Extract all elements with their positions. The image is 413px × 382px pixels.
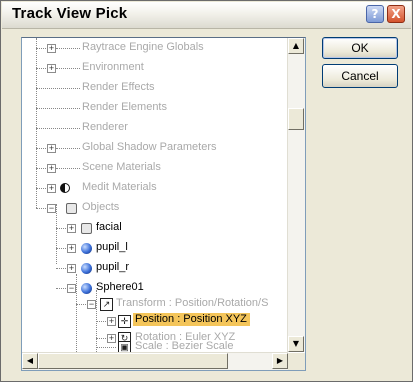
tree-branch-line (96, 347, 116, 348)
tree-item-label: Global Shadow Parameters (82, 141, 217, 153)
scroll-right-arrow-icon[interactable]: ▶ (272, 353, 288, 369)
tree-item-label: Raytrace Engine Globals (82, 41, 204, 53)
tree-branch-line (56, 68, 80, 69)
tree-item-scene-materials[interactable]: + Scene Materials (22, 158, 288, 178)
tree-item-label: Environment (82, 61, 144, 73)
tree-item-label: facial (96, 221, 122, 233)
tree-item-label: Medit Materials (82, 181, 157, 193)
cancel-button[interactable]: Cancel (322, 64, 398, 88)
vertical-scrollbar[interactable]: ▲ ▼ (287, 38, 305, 352)
title-bar: Track View Pick ? X (2, 2, 411, 29)
tree-item-pupil-l[interactable]: + pupil_l (22, 238, 288, 258)
tree-item-render-elements[interactable]: Render Elements (22, 98, 288, 118)
tree-item-environment[interactable]: + Environment (22, 58, 288, 78)
tree-item-label: Scene Materials (82, 161, 161, 173)
collapse-minus-icon[interactable]: − (87, 300, 96, 309)
tree-item-label: Transform : Position/Rotation/S (116, 297, 269, 309)
tree-item-label: Objects (82, 201, 120, 213)
close-button[interactable]: X (387, 5, 405, 23)
vertical-scroll-thumb[interactable] (288, 108, 304, 130)
material-icon (60, 183, 70, 193)
transform-icon: ↗ (100, 298, 113, 311)
tree-item-facial[interactable]: + facial (22, 218, 288, 238)
expand-plus-icon[interactable]: + (47, 144, 56, 153)
tree-item-global-shadow-parameters[interactable]: + Global Shadow Parameters (22, 138, 288, 158)
horizontal-scrollbar[interactable]: ◀ ▶ (22, 352, 288, 370)
horizontal-scroll-thumb[interactable] (38, 353, 228, 369)
tree-item-label: Scale : Bezier Scale (135, 341, 234, 352)
expand-plus-icon[interactable]: + (47, 184, 56, 193)
collapse-minus-icon[interactable]: − (47, 204, 56, 213)
scroll-down-arrow-icon[interactable]: ▼ (288, 336, 304, 352)
tree-branch-line (56, 48, 80, 49)
tree-branch-line (56, 168, 80, 169)
expand-plus-icon[interactable]: + (67, 224, 76, 233)
tree-branch-line (36, 88, 80, 89)
tree-item-label-selected: Position : Position XYZ (133, 313, 250, 326)
track-tree-view[interactable]: + Raytrace Engine Globals + Environment … (21, 37, 306, 371)
scrollbar-corner (288, 353, 305, 370)
collapse-minus-icon[interactable]: − (67, 284, 76, 293)
tree-branch-line (36, 108, 80, 109)
expand-plus-icon[interactable]: + (67, 244, 76, 253)
scroll-up-arrow-icon[interactable]: ▲ (288, 38, 304, 54)
tree-item-medit-materials[interactable]: + Medit Materials (22, 178, 288, 198)
window-title: Track View Pick (12, 5, 128, 22)
sphere-icon (81, 263, 92, 274)
tree-branch-line (36, 128, 80, 129)
tree-item-renderer[interactable]: Renderer (22, 118, 288, 138)
objects-icon (66, 203, 77, 214)
expand-plus-icon[interactable]: + (107, 317, 116, 326)
tree-item-label: Render Elements (82, 101, 167, 113)
tree-item-raytrace-engine-globals[interactable]: + Raytrace Engine Globals (22, 38, 288, 58)
tree-item-pupil-r[interactable]: + pupil_r (22, 258, 288, 278)
tree-item-label: Renderer (82, 121, 128, 133)
expand-plus-icon[interactable]: + (67, 264, 76, 273)
ok-button[interactable]: OK (322, 37, 398, 59)
sphere-icon (81, 283, 92, 294)
position-controller-icon: ✛ (118, 315, 131, 328)
help-button[interactable]: ? (366, 5, 384, 23)
object-icon (81, 223, 92, 234)
expand-plus-icon[interactable]: + (47, 44, 56, 53)
expand-plus-icon[interactable]: + (47, 64, 56, 73)
tree-item-label: Sphere01 (96, 281, 144, 293)
tree-branch-line (56, 148, 80, 149)
track-view-pick-dialog: Track View Pick ? X + Raytrace Engine Gl… (0, 0, 413, 382)
expand-plus-icon[interactable]: + (47, 164, 56, 173)
tree-item-label: Render Effects (82, 81, 155, 93)
tree-item-label: pupil_r (96, 261, 130, 273)
tree-item-objects[interactable]: − Objects (22, 198, 288, 218)
tree-item-label: pupil_l (96, 241, 128, 253)
tree-item-render-effects[interactable]: Render Effects (22, 78, 288, 98)
scroll-left-arrow-icon[interactable]: ◀ (22, 353, 38, 369)
sphere-icon (81, 243, 92, 254)
